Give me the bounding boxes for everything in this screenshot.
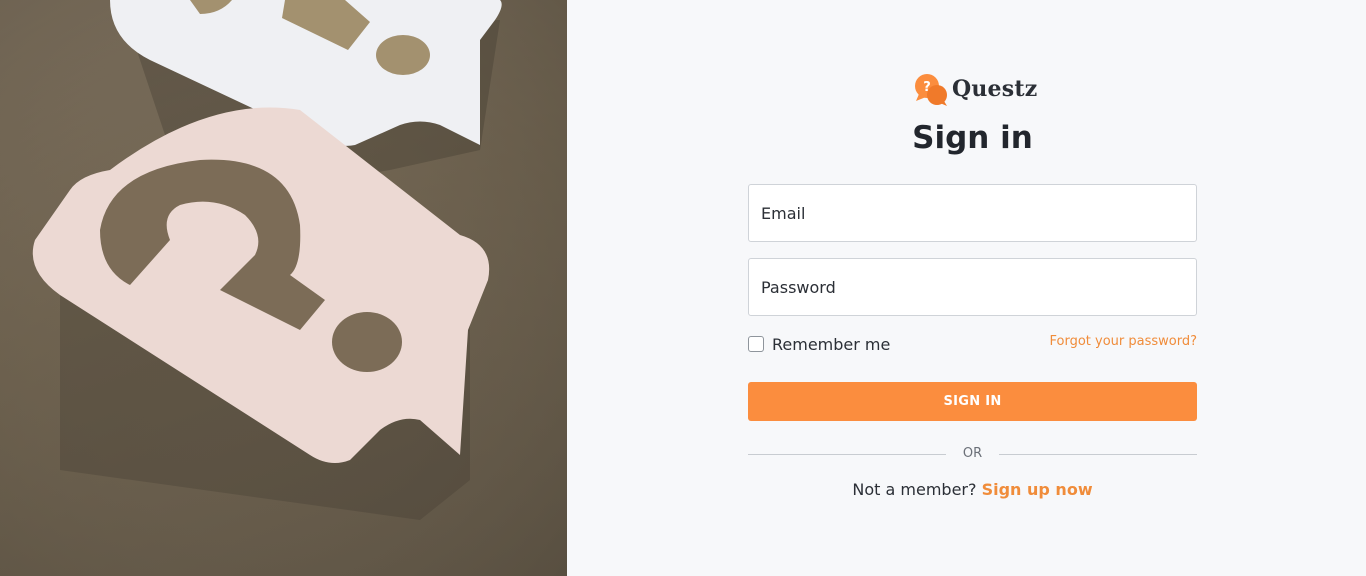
sign-up-link[interactable]: Sign up now xyxy=(982,480,1093,499)
question-chat-bubbles-icon: ? xyxy=(915,74,947,106)
password-field[interactable] xyxy=(748,258,1197,316)
or-divider: OR xyxy=(748,446,1197,464)
signup-prompt-text: Not a member? xyxy=(852,480,977,499)
remember-me-toggle[interactable]: Remember me xyxy=(748,334,890,354)
sign-in-button[interactable]: SIGN IN xyxy=(748,382,1197,421)
page-title: Sign in xyxy=(912,120,1033,156)
divider-line-right xyxy=(999,454,1197,455)
signup-prompt: Not a member? Sign up now xyxy=(748,480,1197,499)
remember-me-label: Remember me xyxy=(772,334,891,354)
forgot-password-link[interactable]: Forgot your password? xyxy=(1049,334,1197,349)
hero-image xyxy=(0,0,567,576)
brand-name: Questz xyxy=(952,76,1038,102)
remember-me-checkbox[interactable] xyxy=(748,336,764,352)
email-field[interactable] xyxy=(748,184,1197,242)
question-bubbles-illustration xyxy=(0,0,567,576)
brand-logo: ? Questz xyxy=(914,72,1037,106)
svg-text:?: ? xyxy=(923,80,931,95)
